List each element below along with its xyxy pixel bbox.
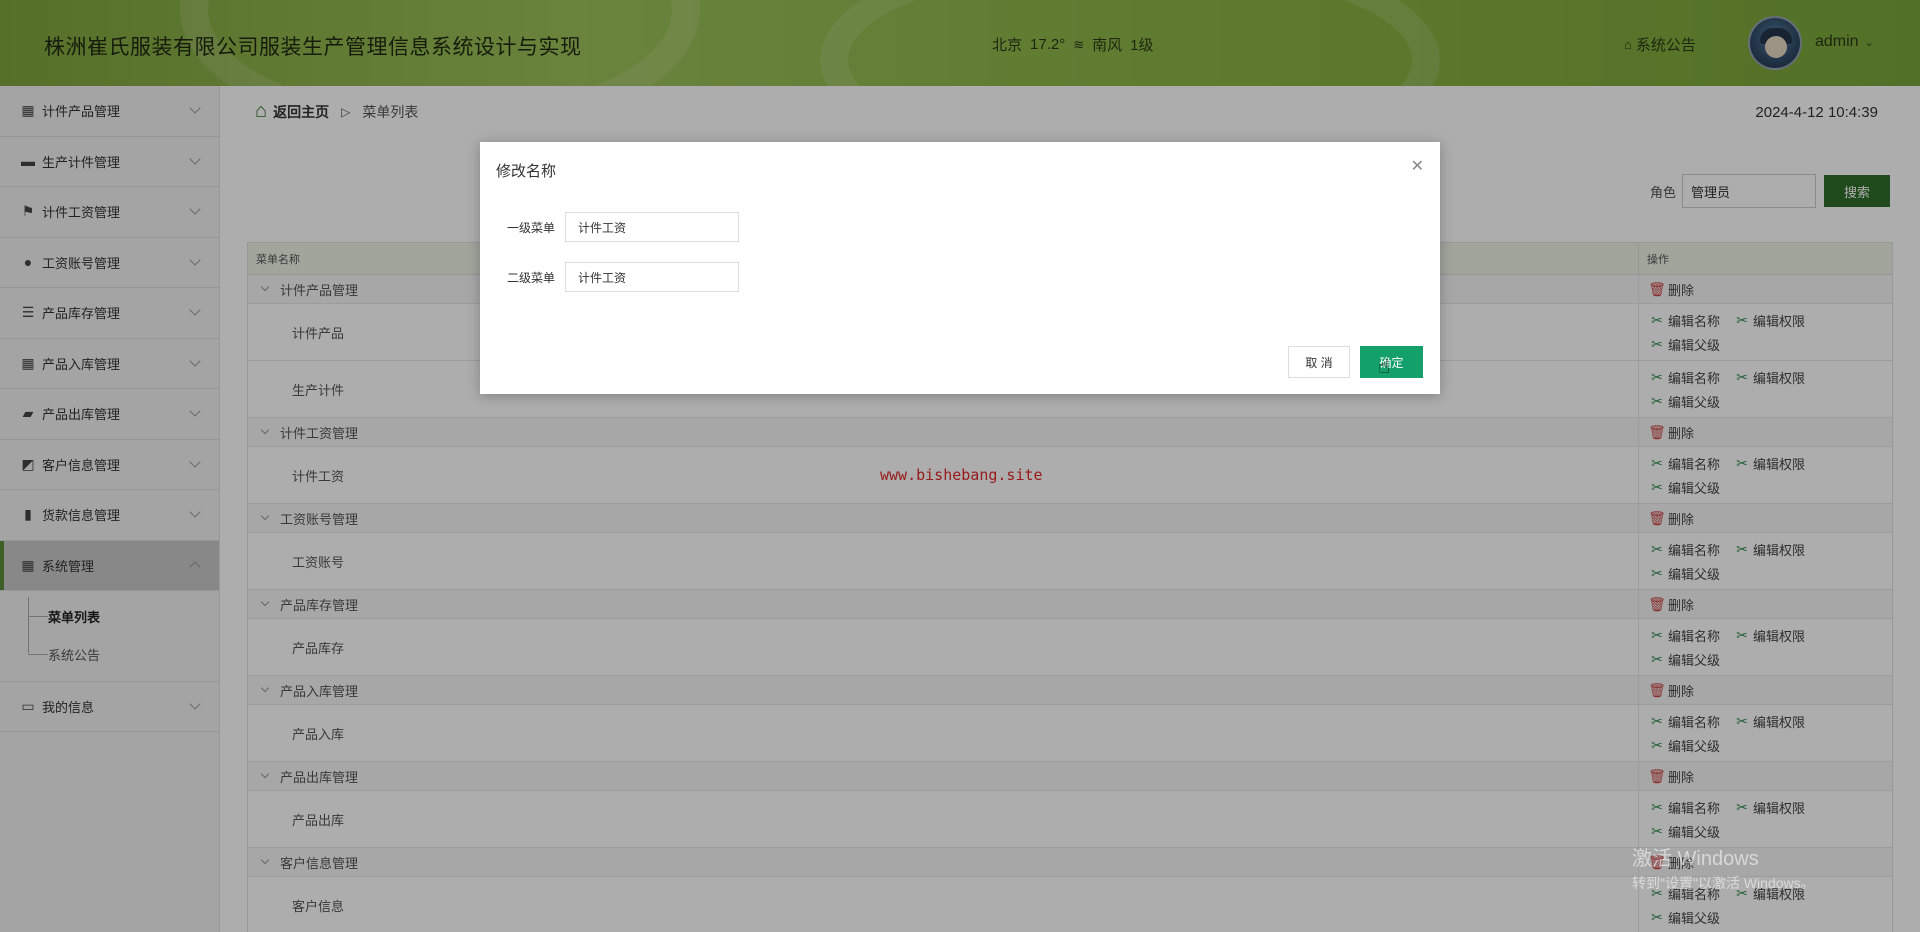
activation-title: 激活 Windows [1632, 848, 1759, 870]
cancel-button[interactable]: 取 消 [1288, 346, 1350, 378]
modal-overlay[interactable] [0, 0, 1920, 932]
edit-name-dialog: 修改名称 ✕ 一级菜单 二级菜单 取 消 确定 ☝ [480, 142, 1440, 394]
activation-hint: 转到"设置"以激活 Windows。 [1632, 875, 1815, 891]
confirm-button[interactable]: 确定 [1360, 346, 1423, 378]
hand-cursor-icon: ☝ [1378, 356, 1391, 378]
windows-activation-watermark: 激活 Windows 转到"设置"以激活 Windows。 [1632, 842, 1815, 893]
level2-menu-input[interactable] [565, 262, 739, 292]
level1-menu-input[interactable] [565, 212, 739, 242]
dialog-title: 修改名称 [496, 163, 557, 180]
close-icon[interactable]: ✕ [1411, 156, 1424, 176]
level1-label: 一级菜单 [507, 220, 556, 235]
level2-label: 二级菜单 [507, 270, 556, 285]
level1-row: 一级菜单 [507, 212, 739, 242]
level2-row: 二级菜单 [507, 262, 739, 292]
